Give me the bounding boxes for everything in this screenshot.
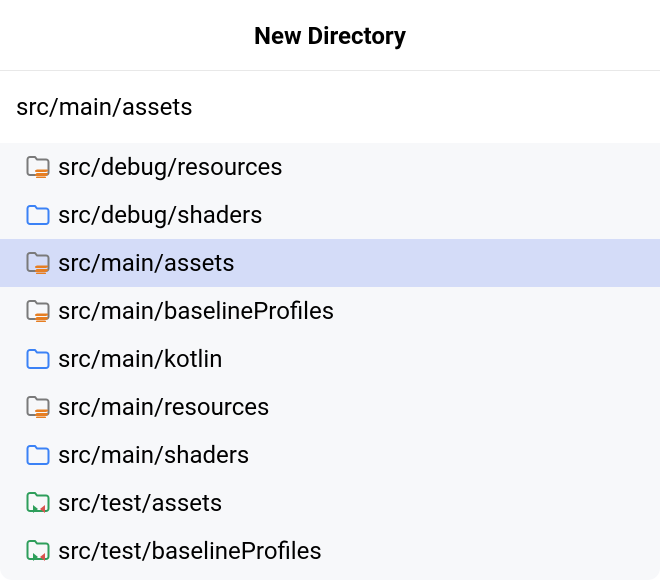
list-item-label: src/main/baselineProfiles xyxy=(58,297,334,325)
list-item-label: src/main/kotlin xyxy=(58,345,222,373)
folder-icon xyxy=(26,348,50,370)
directory-name-input[interactable] xyxy=(16,93,644,121)
new-directory-dialog: New Directory src/debug/resourcessrc/deb… xyxy=(0,0,660,580)
list-item[interactable]: src/main/baselineProfiles xyxy=(0,287,660,335)
folder-test-icon xyxy=(26,492,50,514)
suggestion-list[interactable]: src/debug/resources src/debug/shaders src/… xyxy=(0,143,660,580)
folder-config-icon xyxy=(26,396,50,418)
list-item-label: src/debug/resources xyxy=(58,153,283,181)
list-item-label: src/main/resources xyxy=(58,393,269,421)
list-item[interactable]: src/test/assets xyxy=(0,479,660,527)
list-item[interactable]: src/main/assets xyxy=(0,239,660,287)
list-item-label: src/debug/shaders xyxy=(58,201,263,229)
dialog-title: New Directory xyxy=(0,22,660,50)
input-row xyxy=(0,71,660,143)
list-item[interactable]: src/main/kotlin xyxy=(0,335,660,383)
list-item[interactable]: src/test/baselineProfiles xyxy=(0,527,660,575)
list-item[interactable]: src/debug/shaders xyxy=(0,191,660,239)
list-item[interactable]: src/main/resources xyxy=(0,383,660,431)
folder-icon xyxy=(26,204,50,226)
folder-config-icon xyxy=(26,156,50,178)
list-item-label: src/test/assets xyxy=(58,489,222,517)
dialog-header: New Directory xyxy=(0,0,660,71)
folder-test-icon xyxy=(26,540,50,562)
list-item[interactable]: src/main/shaders xyxy=(0,431,660,479)
list-item-label: src/test/baselineProfiles xyxy=(58,537,322,565)
list-item-label: src/main/shaders xyxy=(58,441,249,469)
folder-config-icon xyxy=(26,300,50,322)
folder-config-icon xyxy=(26,252,50,274)
list-item-label: src/main/assets xyxy=(58,249,235,277)
folder-icon xyxy=(26,444,50,466)
list-item[interactable]: src/debug/resources xyxy=(0,143,660,191)
